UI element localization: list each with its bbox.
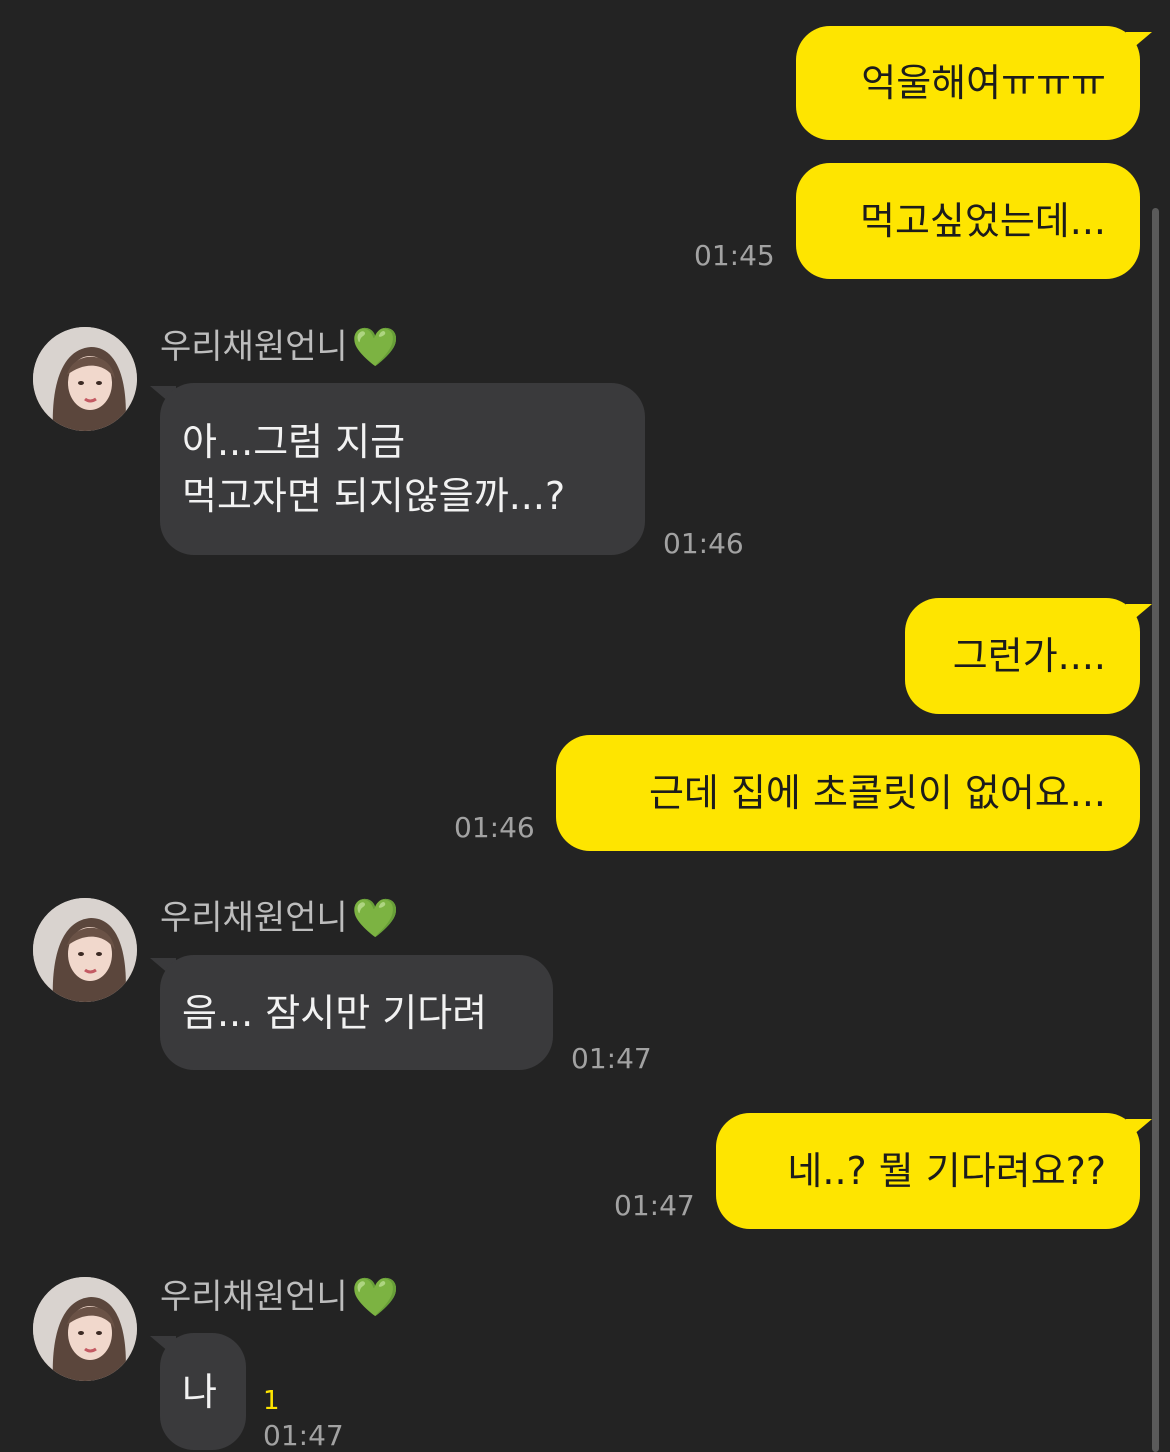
chat-screen: 억울해여ㅠㅠㅠ 먹고싶었는데... 01:45 우리채원언니 💚 아...그럼 … <box>0 0 1170 1452</box>
message-time: 01:47 <box>571 1042 652 1075</box>
sender-name-label: 우리채원언니 <box>160 327 348 367</box>
green-heart-icon: 💚 <box>351 325 400 369</box>
sender-name-label: 우리채원언니 <box>160 1277 348 1317</box>
green-heart-icon: 💚 <box>351 1275 400 1319</box>
my-message-bubble[interactable]: 네..? 뭘 기다려요?? <box>716 1113 1140 1229</box>
their-message-bubble[interactable]: 나 <box>160 1333 246 1450</box>
message-text: 나 <box>182 1369 217 1414</box>
unread-count: 1 <box>263 1386 280 1416</box>
message-text-line: 먹고자면 되지않을까...? <box>182 474 566 518</box>
my-message-bubble[interactable]: 근데 집에 초콜릿이 없어요... <box>556 735 1140 851</box>
message-text: 먹고싶었는데... <box>860 199 1106 243</box>
message-time: 01:45 <box>694 239 775 272</box>
sender-name: 우리채원언니 💚 <box>160 327 399 367</box>
bubble-tail <box>1126 32 1152 54</box>
my-message-bubble[interactable]: 그런가.... <box>905 598 1140 714</box>
message-text: 그런가.... <box>952 634 1106 678</box>
avatar-photo-icon <box>33 1277 137 1381</box>
message-time: 01:46 <box>663 527 744 560</box>
message-text: 억울해여ㅠㅠㅠ <box>861 61 1106 105</box>
message-time: 01:47 <box>614 1189 695 1222</box>
message-text-line: 아...그럼 지금 <box>182 420 406 464</box>
sender-name: 우리채원언니 💚 <box>160 1277 399 1317</box>
contact-avatar[interactable] <box>33 898 137 1002</box>
my-message-bubble[interactable]: 억울해여ㅠㅠㅠ <box>796 26 1140 140</box>
contact-avatar[interactable] <box>33 1277 137 1381</box>
contact-avatar[interactable] <box>33 327 137 431</box>
sender-name-label: 우리채원언니 <box>160 898 348 938</box>
their-message-bubble[interactable]: 아...그럼 지금 먹고자면 되지않을까...? <box>160 383 645 555</box>
message-text: 음... 잠시만 기다려 <box>182 990 488 1035</box>
their-message-bubble[interactable]: 음... 잠시만 기다려 <box>160 955 553 1070</box>
bubble-tail <box>1126 604 1152 626</box>
my-message-bubble[interactable]: 먹고싶었는데... <box>796 163 1140 279</box>
avatar-photo-icon <box>33 898 137 1002</box>
scrollbar[interactable] <box>1152 208 1159 1452</box>
green-heart-icon: 💚 <box>351 896 400 940</box>
message-text: 네..? 뭘 기다려요?? <box>787 1149 1106 1193</box>
avatar-photo-icon <box>33 327 137 431</box>
message-text: 근데 집에 초콜릿이 없어요... <box>648 771 1106 815</box>
message-time: 01:47 <box>263 1419 344 1452</box>
sender-name: 우리채원언니 💚 <box>160 898 399 938</box>
message-time: 01:46 <box>454 811 535 844</box>
bubble-tail <box>1126 1119 1152 1141</box>
